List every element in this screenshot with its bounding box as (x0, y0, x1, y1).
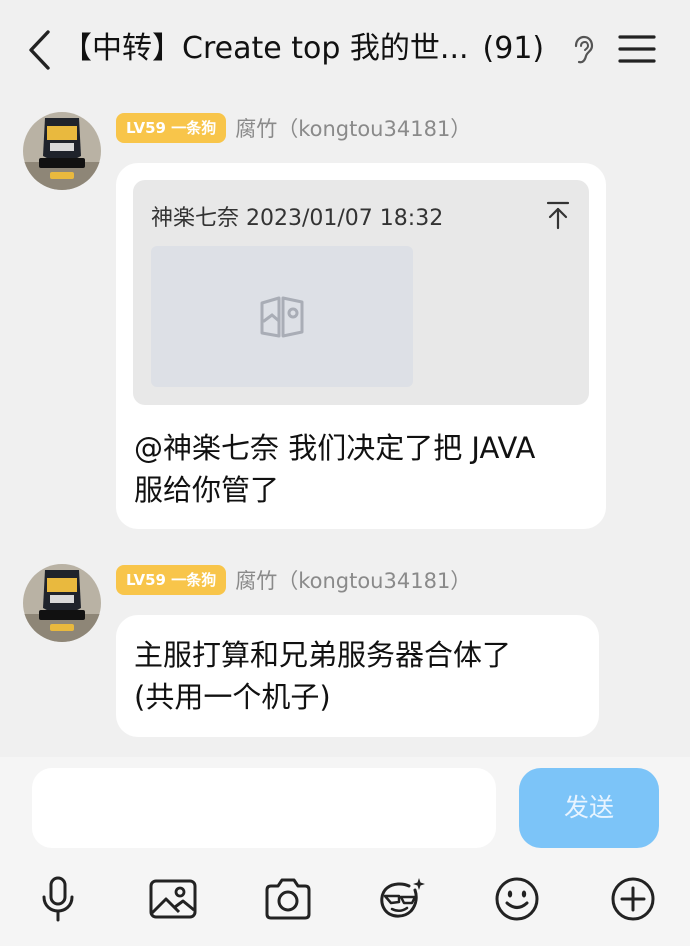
voice-button[interactable] (30, 871, 86, 927)
sticker-icon (380, 878, 425, 918)
photo-button[interactable] (145, 871, 201, 927)
microphone-icon (42, 876, 74, 922)
sender-meta: LV59 一条狗 腐竹（kongtou34181） (116, 113, 471, 143)
earpiece-mode-button[interactable] (569, 34, 597, 66)
level-badge: LV59 一条狗 (116, 565, 227, 595)
avatar-image (23, 564, 101, 642)
message-bubble[interactable]: 神楽七奈 2023/01/07 18:32 @神楽七奈 我们决定了把 JAVA (116, 163, 606, 529)
sender-name[interactable]: 腐竹（kongtou34181） (235, 113, 471, 143)
chat-header: 【中转】Create top 我的世... (91) (0, 0, 690, 98)
plus-icon (611, 877, 655, 921)
avatar[interactable] (23, 112, 101, 190)
level-badge: LV59 一条狗 (116, 113, 227, 143)
ear-icon (574, 35, 594, 64)
message-bubble[interactable]: 主服打算和兄弟服务器合体了 (共用一个机子) (116, 615, 599, 737)
quoted-message[interactable]: 神楽七奈 2023/01/07 18:32 (133, 180, 589, 405)
emoji-button[interactable] (489, 871, 545, 927)
image-placeholder-icon (260, 296, 304, 338)
group-name: 【中转】Create top 我的世... (62, 31, 469, 66)
member-count: (91) (482, 31, 545, 66)
chevron-left-icon (29, 30, 50, 70)
chat-title[interactable]: 【中转】Create top 我的世... (91) (62, 26, 544, 72)
input-bar: 发送 (0, 757, 690, 946)
message-input[interactable] (32, 768, 496, 848)
quote-header: 神楽七奈 2023/01/07 18:32 (151, 206, 444, 231)
sticker-button[interactable] (374, 871, 430, 927)
send-button[interactable]: 发送 (519, 768, 659, 848)
hamburger-menu-icon (618, 35, 656, 63)
sender-meta: LV59 一条狗 腐竹（kongtou34181） (116, 565, 471, 595)
message-text: @神楽七奈 我们决定了把 JAVA 服给你管了 (134, 431, 536, 507)
arrow-up-icon (546, 201, 570, 230)
message-text: 主服打算和兄弟服务器合体了 (共用一个机子) (134, 638, 512, 714)
emoji-icon (495, 877, 539, 921)
avatar-image (23, 112, 101, 190)
avatar[interactable] (23, 564, 101, 642)
sender-name[interactable]: 腐竹（kongtou34181） (235, 565, 471, 595)
back-button[interactable] (22, 28, 58, 72)
camera-button[interactable] (260, 871, 316, 927)
jump-to-quote-button[interactable] (545, 200, 571, 230)
image-icon (149, 879, 197, 919)
quoted-image[interactable] (151, 246, 413, 387)
menu-button[interactable] (618, 34, 656, 64)
camera-icon (265, 878, 311, 920)
more-button[interactable] (605, 871, 661, 927)
